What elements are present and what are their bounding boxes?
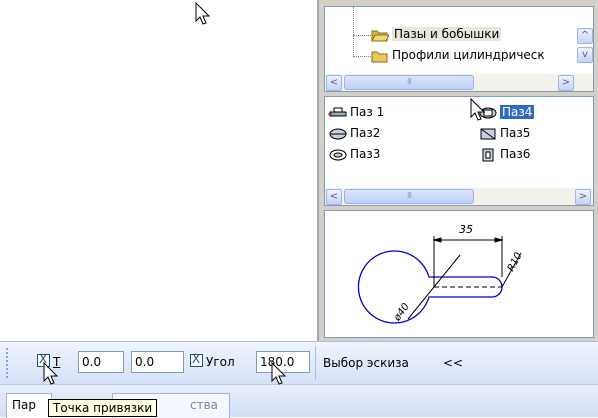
folder-icon — [371, 49, 389, 63]
chevron-up-icon: ^ — [580, 30, 590, 41]
list-item-slot-5[interactable]: Паз5 — [478, 124, 530, 142]
item-label: Паз3 — [350, 147, 381, 161]
tree-line — [353, 35, 371, 36]
chevron-down-icon: v — [582, 49, 588, 60]
tree-node-label: Пазы и бобышки — [392, 27, 502, 41]
list-item-slot-3[interactable]: Паз3 — [328, 145, 380, 163]
slot-5-icon — [478, 127, 498, 141]
tree-hscrollbar[interactable]: < III > — [325, 74, 593, 91]
scroll-down-button[interactable]: v — [577, 47, 593, 63]
scroll-thumb[interactable]: III — [344, 189, 474, 204]
collapse-button[interactable]: << — [443, 355, 463, 371]
item-label: Паз4 — [500, 105, 535, 119]
tree-node-label: Профили цилиндрическ — [392, 48, 545, 62]
list-item-slot-6[interactable]: Паз6 — [478, 145, 530, 163]
folder-open-icon — [371, 28, 389, 42]
point-label: T — [53, 355, 61, 369]
tree-line — [353, 7, 354, 57]
tab-label: Пар — [12, 398, 36, 412]
properties-toolbar: X T 0.0 0.0 X Угол 180.0 Выбор эскиза << — [0, 341, 598, 384]
grip-icon: III — [406, 191, 412, 200]
sketch-preview: 35 R10 ø40 — [324, 210, 594, 338]
angle-label: Угол — [206, 355, 235, 369]
toolbar-grip[interactable] — [6, 348, 12, 378]
scroll-left-button[interactable]: < — [326, 189, 342, 205]
tab-parameters[interactable]: Пар — [6, 393, 52, 418]
slot-preview-drawing: 35 R10 ø40 — [357, 223, 525, 324]
slot-6-icon — [478, 148, 498, 162]
list-item-slot-1[interactable]: Паз 1 — [328, 103, 384, 121]
tooltip: Точка привязки — [48, 399, 158, 417]
dim-width: R10 — [506, 251, 525, 274]
item-label: Паз 1 — [350, 105, 385, 119]
chevron-left-icon: < — [329, 77, 339, 88]
item-label: Паз2 — [350, 126, 381, 140]
tree-node-slots[interactable]: Пазы и бобышки — [371, 25, 502, 43]
mouse-pointer-icon — [195, 2, 211, 25]
list-item-slot-4[interactable]: Паз4 — [478, 103, 535, 121]
scroll-right-button[interactable]: > — [575, 189, 591, 205]
tree-line — [353, 56, 371, 57]
angle-input[interactable]: 180.0 — [256, 351, 310, 373]
scroll-up-button[interactable]: ^ — [577, 28, 593, 44]
chevron-right-icon: > — [578, 191, 588, 202]
sketch-list: Паз 1 Паз4 Паз2 Паз5 Паз3 Паз6 < III > — [324, 96, 594, 206]
y-coordinate-input[interactable]: 0.0 — [131, 351, 184, 373]
grip-icon: III — [406, 77, 412, 86]
angle-checkbox[interactable]: X — [190, 352, 203, 367]
chevron-left-icon: < — [329, 191, 339, 202]
dim-length: 35 — [459, 223, 473, 236]
toolbar-separator — [315, 346, 316, 380]
checkbox-x-icon: X — [39, 352, 48, 366]
chevron-right-icon: > — [561, 77, 571, 88]
scroll-left-button[interactable]: < — [326, 75, 342, 91]
tab-label: ства — [190, 398, 219, 412]
checkbox-x-icon: X — [192, 352, 201, 366]
sketch-select-button[interactable]: Выбор эскиза — [323, 355, 409, 371]
slot-3-icon — [328, 148, 348, 162]
list-hscrollbar[interactable]: < III > — [325, 188, 593, 205]
library-panel: Пазы и бобышки Профили цилиндрическ ^ v … — [317, 0, 598, 341]
tree-node-profiles[interactable]: Профили цилиндрическ — [371, 46, 545, 64]
library-tree: Пазы и бобышки Профили цилиндрическ ^ v … — [324, 6, 594, 92]
item-label: Паз6 — [500, 147, 531, 161]
scroll-thumb[interactable]: III — [344, 75, 474, 90]
slot-2-icon — [328, 127, 348, 141]
point-checkbox[interactable]: X — [37, 352, 50, 367]
item-label: Паз5 — [500, 126, 531, 140]
list-item-slot-2[interactable]: Паз2 — [328, 124, 380, 142]
slot-1-icon — [328, 106, 348, 120]
x-coordinate-input[interactable]: 0.0 — [78, 351, 124, 373]
scroll-right-button[interactable]: > — [558, 75, 574, 91]
slot-4-icon — [478, 106, 498, 120]
